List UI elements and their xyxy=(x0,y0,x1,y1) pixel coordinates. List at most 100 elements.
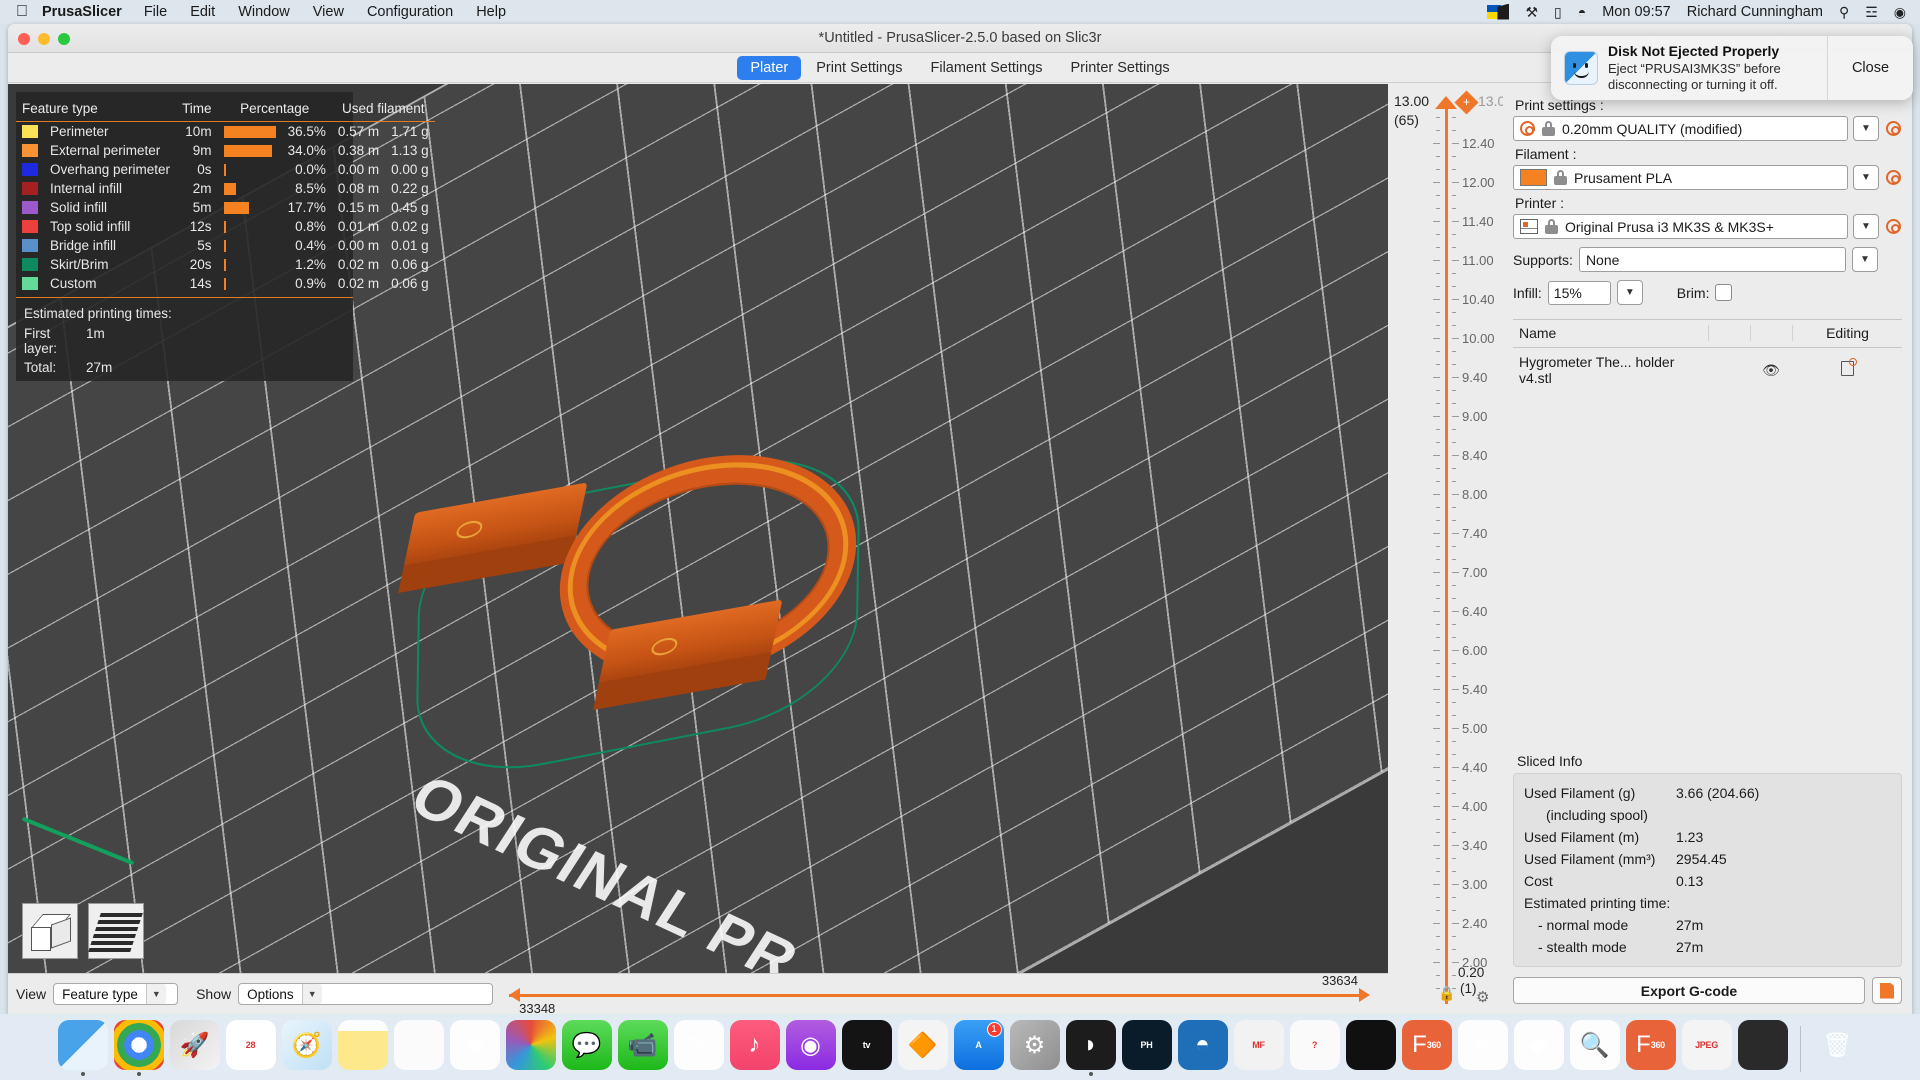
legend-row[interactable]: External perimeter 9m 34.0% 0.38 m 1.13 g xyxy=(16,141,435,160)
siri-icon[interactable]: ◉ xyxy=(1894,5,1906,19)
print-settings-dropdown-button[interactable]: ▼ xyxy=(1853,116,1879,141)
layer-slider[interactable]: 13.00 (65) 13.00 12.4012.0011.4011.0010.… xyxy=(1388,84,1513,1014)
supports-dropdown-button[interactable]: ▼ xyxy=(1852,247,1878,272)
brim-checkbox[interactable] xyxy=(1715,284,1733,301)
view-preview-button[interactable] xyxy=(88,903,144,959)
tab-filament-settings[interactable]: Filament Settings xyxy=(917,56,1055,80)
colorwheel-icon[interactable] xyxy=(505,1020,556,1070)
dock-item-photoshop[interactable]: PH xyxy=(1121,1020,1172,1076)
messages-icon[interactable]: 💬 xyxy=(561,1020,612,1070)
print-settings-select[interactable]: 0.20mm QUALITY (modified) xyxy=(1513,116,1848,141)
dock-item-finder[interactable] xyxy=(57,1020,108,1076)
legend-row[interactable]: Bridge infill 5s 0.4% 0.00 m 0.01 g xyxy=(16,236,435,255)
dock-item-preview[interactable]: 🔍 xyxy=(1569,1020,1620,1076)
wifi-icon[interactable]: ◓ xyxy=(1578,5,1586,19)
dock-item-music[interactable]: ♪ xyxy=(729,1020,780,1076)
dock-item-screenshot[interactable] xyxy=(1737,1020,1788,1076)
lock-icon[interactable]: 🔒 xyxy=(1438,985,1455,1002)
dock-item-fusion360-2[interactable]: F 360 xyxy=(1625,1020,1676,1076)
trash-icon[interactable]: 🗑 xyxy=(1813,1020,1863,1070)
chevron-down-icon[interactable]: ▼ xyxy=(145,984,166,1004)
print-settings-edit-button[interactable] xyxy=(1884,121,1902,136)
blender-icon[interactable]: ◓ xyxy=(1177,1020,1228,1070)
menu-app-name[interactable]: PrusaSlicer xyxy=(42,4,122,20)
chevron-down-icon[interactable]: ▼ xyxy=(301,984,322,1004)
vlc-icon[interactable]: 🔶 xyxy=(897,1020,948,1070)
show-options-select[interactable]: Options ▼ xyxy=(238,983,494,1005)
flag-icon[interactable] xyxy=(1487,3,1510,20)
dock-item-messages[interactable]: 💬 xyxy=(561,1020,612,1076)
legend-row[interactable]: Top solid infill 12s 0.8% 0.01 m 0.02 g xyxy=(16,217,435,236)
view-mode-select[interactable]: Feature type ▼ xyxy=(53,983,179,1005)
infill-input[interactable]: 15% xyxy=(1547,280,1611,305)
send-to-sd-button[interactable] xyxy=(1872,977,1902,1004)
dock-item-chrome[interactable] xyxy=(113,1020,164,1076)
dock-item-pages[interactable]: ✐ xyxy=(1457,1020,1508,1076)
screenshot-icon[interactable] xyxy=(1737,1020,1788,1070)
photoshop-icon[interactable]: PH xyxy=(1121,1020,1172,1070)
freeform-icon[interactable]: ✎ xyxy=(673,1020,724,1070)
tab-printer-settings[interactable]: Printer Settings xyxy=(1058,56,1183,80)
menu-window[interactable]: Window xyxy=(238,4,290,20)
reminders-icon[interactable] xyxy=(393,1020,444,1070)
facetime-icon[interactable]: 📹 xyxy=(617,1020,668,1070)
dock-item-mf-studio[interactable]: MF xyxy=(1233,1020,1284,1076)
object-editing-cell[interactable] xyxy=(1792,358,1902,379)
appletv-icon[interactable]: tv xyxy=(841,1020,892,1070)
legend-row[interactable]: Custom 14s 0.9% 0.02 m 0.06 g xyxy=(16,274,435,293)
dock-item-notes[interactable] xyxy=(337,1020,388,1076)
notes-icon[interactable] xyxy=(337,1020,388,1070)
photos-icon[interactable]: ❀ xyxy=(449,1020,500,1070)
gear-icon[interactable]: ⚙ xyxy=(1476,988,1489,1006)
control-center-icon[interactable]: ☲ xyxy=(1865,5,1878,19)
dock-item-fusion360-1[interactable]: F 360 xyxy=(1401,1020,1452,1076)
supports-select[interactable]: None xyxy=(1578,247,1846,272)
dock-item-activity[interactable] xyxy=(1345,1020,1396,1076)
edit-object-icon[interactable] xyxy=(1840,358,1857,376)
activity-icon[interactable] xyxy=(1345,1020,1396,1070)
menu-help[interactable]: Help xyxy=(476,4,506,20)
bluetooth-icon[interactable]: ⚒ xyxy=(1525,5,1538,19)
dock-item-podcasts[interactable]: ◉ xyxy=(785,1020,836,1076)
dock-item-system-settings[interactable]: ⚙ xyxy=(1009,1020,1060,1076)
dock-item-trash[interactable]: 🗑 xyxy=(1813,1020,1863,1076)
slider-right-handle[interactable] xyxy=(1359,988,1370,1002)
add-color-change-icon[interactable] xyxy=(1454,90,1479,115)
calendar-icon[interactable]: 28 xyxy=(225,1020,276,1070)
menu-user-name[interactable]: Richard Cunningham xyxy=(1687,4,1823,20)
filament-dropdown-button[interactable]: ▼ xyxy=(1853,165,1879,190)
fusion360-2-icon[interactable]: F 360 xyxy=(1625,1020,1676,1070)
menu-edit[interactable]: Edit xyxy=(190,4,215,20)
system-settings-icon[interactable]: ⚙ xyxy=(1009,1020,1060,1070)
system-notification[interactable]: Disk Not Ejected Properly Eject “PRUSAI3… xyxy=(1551,36,1913,100)
dock-item-vlc[interactable]: 🔶 xyxy=(897,1020,948,1076)
dock-item-prusaslicer[interactable]: ◗ xyxy=(1065,1020,1116,1076)
dock-item-launchpad[interactable]: 🚀 xyxy=(169,1020,220,1076)
dock-item-photos[interactable]: ❀ xyxy=(449,1020,500,1076)
appstore-icon[interactable]: A1 xyxy=(953,1020,1004,1070)
sliced-model[interactable] xyxy=(398,434,868,790)
infill-dropdown-button[interactable]: ▼ xyxy=(1616,280,1643,305)
safari-icon[interactable]: 🧭 xyxy=(281,1020,332,1070)
fusion360-1-icon[interactable]: F 360 xyxy=(1401,1020,1452,1070)
menu-configuration[interactable]: Configuration xyxy=(367,4,453,20)
dock-item-appletv[interactable]: tv xyxy=(841,1020,892,1076)
chrome-icon[interactable] xyxy=(113,1020,164,1070)
tab-print-settings[interactable]: Print Settings xyxy=(803,56,915,80)
printer-select[interactable]: Original Prusa i3 MK3S & MK3S+ xyxy=(1513,214,1848,239)
filament-select[interactable]: Prusament PLA xyxy=(1513,165,1848,190)
dock-item-freeform[interactable]: ✎ xyxy=(673,1020,724,1076)
menu-view[interactable]: View xyxy=(313,4,344,20)
table-row[interactable]: Hygrometer The... holder v4.stl 👁 xyxy=(1513,348,1902,392)
dock-item-colorwheel[interactable] xyxy=(505,1020,556,1076)
podcasts-icon[interactable]: ◉ xyxy=(785,1020,836,1070)
dock-item-keynote[interactable]: ◆ xyxy=(1513,1020,1564,1076)
search-icon[interactable]: ⚲ xyxy=(1839,5,1849,19)
menu-clock[interactable]: Mon 09:57 xyxy=(1602,4,1671,20)
help-icon[interactable]: ? xyxy=(1289,1020,1340,1070)
dock-item-safari[interactable]: 🧭 xyxy=(281,1020,332,1076)
eye-icon[interactable]: 👁 xyxy=(1750,362,1792,379)
legend-row[interactable]: Internal infill 2m 8.5% 0.08 m 0.22 g xyxy=(16,179,435,198)
dock-item-help[interactable]: ? xyxy=(1289,1020,1340,1076)
music-icon[interactable]: ♪ xyxy=(729,1020,780,1070)
